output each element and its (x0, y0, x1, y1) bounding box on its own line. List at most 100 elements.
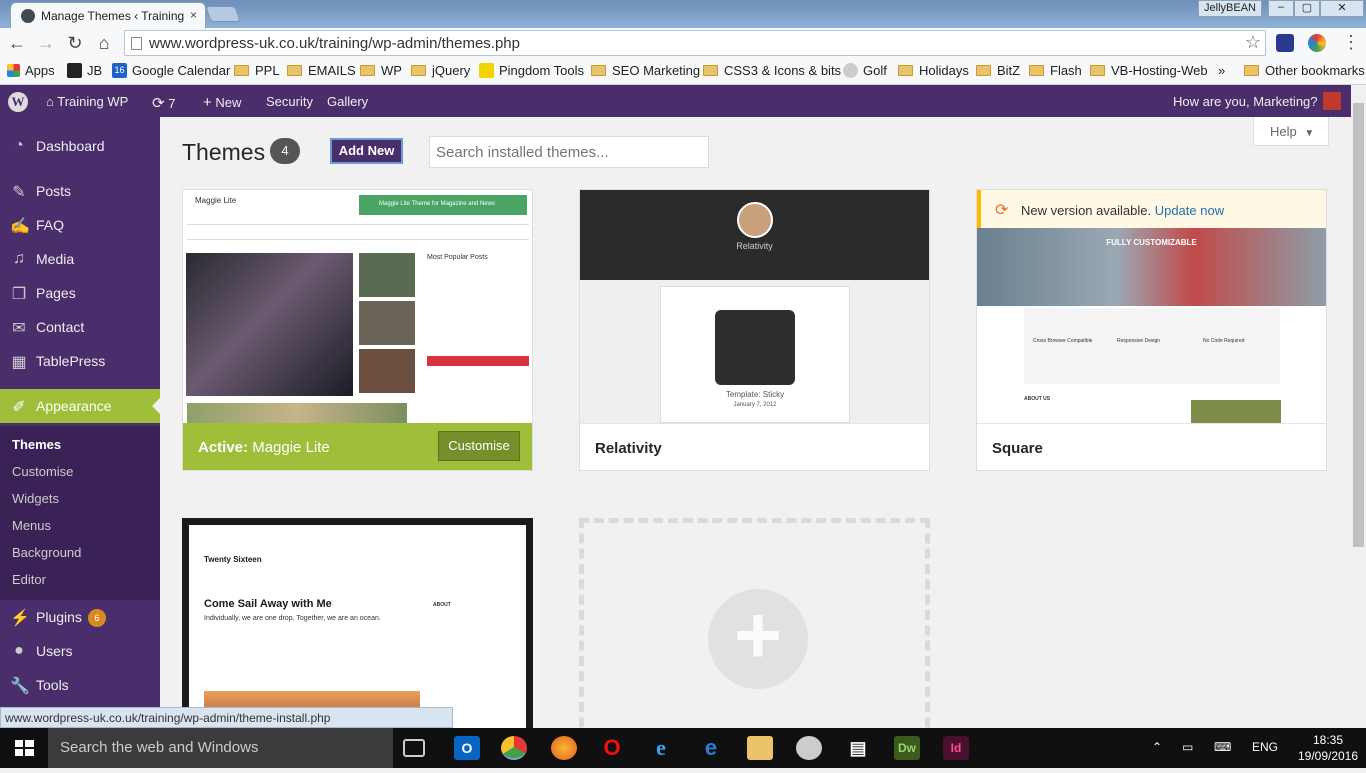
help-tab-button[interactable]: Help ▼ (1253, 117, 1329, 146)
admin-sidebar: ◔ Dashboard ✎ Posts ✍ FAQ ♫ Media ❐ Pages ✉ Co… (0, 117, 160, 728)
gallery-link[interactable]: Gallery (327, 94, 368, 109)
language-indicator[interactable]: ENG (1252, 740, 1278, 754)
sidebar-item-posts[interactable]: ✎ Posts (0, 174, 160, 208)
sidebar-item-appearance[interactable]: ✐ Appearance (0, 389, 160, 423)
task-view-icon[interactable] (403, 739, 425, 757)
bookmark-css3[interactable]: CSS3 & Icons & bits (703, 63, 841, 78)
maximize-icon[interactable]: ▢ (1294, 0, 1320, 17)
extension-icon[interactable] (1276, 34, 1294, 52)
store-icon[interactable]: ▤ (845, 736, 871, 760)
home-icon[interactable]: ⌂ (93, 33, 115, 53)
search-themes-input[interactable] (429, 136, 709, 168)
sidebar-item-tools[interactable]: 🔧 Tools (0, 668, 160, 702)
file-explorer-icon[interactable] (747, 736, 773, 760)
update-now-link[interactable]: Update now (1155, 203, 1224, 218)
add-new-theme-button[interactable]: Add New (330, 138, 403, 164)
extension-icon[interactable] (1308, 34, 1326, 52)
bookmark-vb-hosting[interactable]: VB-Hosting-Web (1090, 63, 1208, 78)
submenu-widgets[interactable]: Widgets (12, 491, 59, 506)
dreamweaver-icon[interactable]: Dw (894, 736, 920, 760)
bookmark-jquery[interactable]: jQuery (411, 63, 470, 78)
bookmark-bitz[interactable]: BitZ (976, 63, 1020, 78)
theme-card-twenty-sixteen[interactable]: Twenty Sixteen Come Sail Away with Me In… (182, 518, 533, 728)
account-greeting[interactable]: How are you, Marketing? (1173, 94, 1318, 109)
bookmarks-overflow-icon[interactable]: » (1218, 63, 1225, 78)
edit-icon: ✍ (10, 218, 30, 235)
app-icon[interactable] (796, 736, 822, 760)
wordpress-logo-icon[interactable]: W (8, 92, 28, 112)
browser-menu-icon[interactable]: ⋮ (1342, 32, 1360, 53)
new-tab-button[interactable] (205, 6, 241, 22)
window-close-icon[interactable]: ✕ (1320, 0, 1364, 17)
bookmark-holidays[interactable]: Holidays (898, 63, 969, 78)
bookmark-ppl[interactable]: PPL (234, 63, 280, 78)
keyboard-icon[interactable]: ⌨ (1214, 740, 1231, 754)
sidebar-item-plugins[interactable]: ⚡ Plugins 6 (0, 600, 160, 634)
site-name-link[interactable]: ⌂ Training WP (46, 94, 128, 109)
show-hidden-icons-icon[interactable]: ⌃ (1152, 740, 1162, 754)
sidebar-item-pages[interactable]: ❐ Pages (0, 276, 160, 310)
submenu-background[interactable]: Background (12, 545, 81, 560)
security-link[interactable]: Security (266, 94, 313, 109)
chrome-icon[interactable] (501, 736, 527, 760)
submenu-editor[interactable]: Editor (12, 572, 46, 587)
updates-icon: ⟳ (152, 95, 165, 112)
firefox-icon[interactable] (551, 736, 577, 760)
edge-icon[interactable]: e (698, 736, 724, 760)
page-scrollbar[interactable] (1351, 85, 1366, 728)
sidebar-item-users[interactable]: ● Users (0, 634, 160, 668)
bookmark-google-calendar[interactable]: 16 Google Calendar (112, 63, 230, 78)
outlook-icon[interactable]: O (454, 736, 480, 760)
indesign-icon[interactable]: Id (943, 736, 969, 760)
pages-icon: ❐ (11, 286, 27, 303)
sidebar-item-media[interactable]: ♫ Media (0, 242, 160, 276)
add-new-theme-tile[interactable]: + (579, 518, 930, 728)
sidebar-item-contact[interactable]: ✉ Contact (0, 310, 160, 344)
bookmark-seo[interactable]: SEO Marketing (591, 63, 700, 78)
bookmark-golf[interactable]: Golf (843, 63, 887, 78)
theme-screenshot: Maggie Lite Maggie Lite Theme for Magazi… (183, 190, 532, 423)
theme-footer: Relativity (580, 423, 929, 470)
minimize-icon[interactable]: – (1268, 0, 1294, 17)
theme-card-relativity[interactable]: Relativity Template: Sticky January 7, 2… (579, 189, 930, 471)
bookmark-other[interactable]: Other bookmarks (1244, 63, 1365, 78)
avatar[interactable] (1323, 92, 1341, 110)
sidebar-item-tablepress[interactable]: ▦ TablePress (0, 344, 160, 378)
theme-screenshot: Relativity Template: Sticky January 7, 2… (580, 190, 929, 423)
bookmark-emails[interactable]: EMAILS (287, 63, 356, 78)
address-bar[interactable]: www.wordpress-uk.co.uk/training/wp-admin… (124, 30, 1266, 56)
opera-icon[interactable]: O (599, 736, 625, 760)
taskbar-search-input[interactable]: Search the web and Windows (48, 728, 393, 768)
notifications-icon[interactable]: ▭ (1182, 740, 1193, 754)
profile-button[interactable]: JellyBEAN (1198, 0, 1262, 17)
bookmark-flash[interactable]: Flash (1029, 63, 1082, 78)
scrollbar-thumb[interactable] (1353, 103, 1364, 547)
forward-icon[interactable]: → (35, 33, 57, 53)
internet-explorer-icon[interactable]: e (648, 736, 674, 760)
close-tab-icon[interactable]: × (190, 8, 197, 22)
folder-icon (591, 65, 606, 76)
start-button[interactable] (0, 728, 48, 768)
updates-link[interactable]: ⟳ 7 (152, 94, 175, 112)
theme-card-maggie-lite[interactable]: Maggie Lite Maggie Lite Theme for Magazi… (182, 189, 533, 471)
wp-admin-bar: W ⌂ Training WP ⟳ 7 + New Security Galle… (0, 85, 1351, 117)
new-content-link[interactable]: + New (203, 94, 241, 111)
browser-tab[interactable]: Manage Themes ‹ Training × (10, 2, 206, 28)
bookmark-apps[interactable]: Apps (7, 63, 55, 78)
bookmark-star-icon[interactable]: ☆ (1245, 32, 1261, 53)
submenu-customise[interactable]: Customise (12, 464, 73, 479)
theme-card-square[interactable]: ⟳ New version available. Update now FULL… (976, 189, 1327, 471)
reload-icon[interactable]: ↻ (64, 33, 86, 53)
bookmark-wp[interactable]: WP (360, 63, 402, 78)
submenu-menus[interactable]: Menus (12, 518, 51, 533)
bookmark-jb[interactable]: JB (67, 63, 102, 78)
sidebar-item-faq[interactable]: ✍ FAQ (0, 208, 160, 242)
folder-icon (411, 65, 426, 76)
bookmark-pingdom[interactable]: Pingdom Tools (479, 63, 584, 78)
customise-button[interactable]: Customise (438, 431, 520, 461)
back-icon[interactable]: ← (6, 33, 28, 53)
submenu-themes[interactable]: Themes (12, 437, 61, 452)
browser-toolbar: ← → ↻ ⌂ www.wordpress-uk.co.uk/training/… (0, 28, 1366, 58)
sidebar-item-dashboard[interactable]: ◔ Dashboard (0, 129, 160, 163)
system-clock[interactable]: 18:35 19/09/2016 (1290, 732, 1366, 764)
